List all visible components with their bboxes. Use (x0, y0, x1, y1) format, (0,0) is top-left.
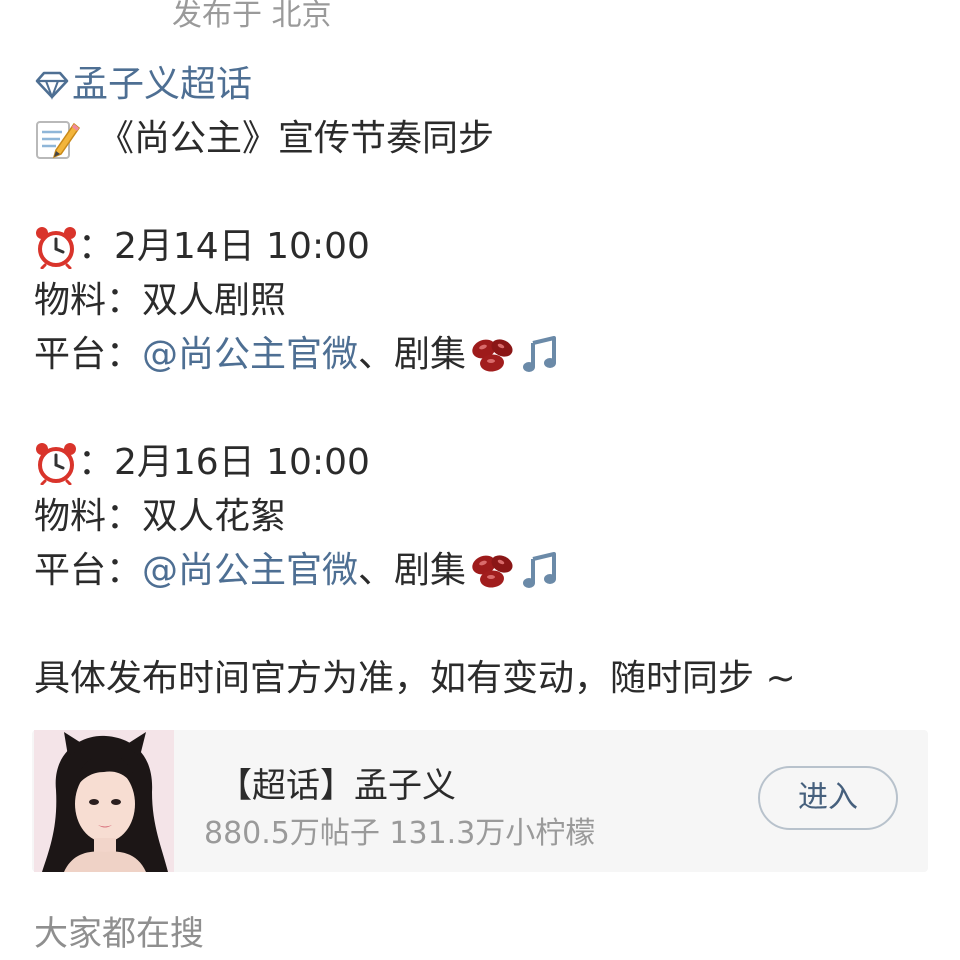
diamond-icon (35, 71, 69, 100)
headline-text: 《尚公主》宣传节奏同步 (98, 118, 495, 159)
avatar (34, 730, 174, 872)
post-location: 发布于 北京 (172, 0, 332, 33)
schedule-2-material: 物料： 双人花絮 (34, 490, 934, 544)
material-value: 双人花絮 (142, 496, 287, 537)
material-label: 物料： (34, 496, 143, 537)
post-body: 孟子义超话 《尚公主》宣传节奏同步 ：2月14日 10:00 物料： 双人剧照 … (34, 58, 934, 706)
material-value: 双人剧照 (142, 280, 287, 321)
schedule-1-material: 物料： 双人剧照 (34, 274, 934, 328)
schedule-1-time: ：2月14日 10:00 (34, 220, 934, 274)
alarm-clock-icon (36, 227, 76, 269)
footer-note: 具体发布时间官方为准，如有变动，随时同步 ~ (34, 652, 934, 706)
schedule-2-time: ：2月16日 10:00 (34, 436, 934, 490)
schedule-time-text: ：2月14日 10:00 (78, 226, 370, 267)
post-headline: 《尚公主》宣传节奏同步 (34, 112, 934, 166)
official-account-link[interactable]: @尚公主官微 (142, 544, 358, 598)
card-title: 【超话】孟子义 (218, 766, 456, 806)
material-label: 物料： (34, 280, 143, 321)
platform-label: 平台： (34, 550, 143, 591)
card-stats: 880.5万帖子 131.3万小柠檬 (204, 816, 596, 851)
trending-search-heading: 大家都在搜 (34, 914, 204, 954)
alarm-clock-icon (36, 443, 76, 485)
super-topic-card[interactable]: 【超话】孟子义 880.5万帖子 131.3万小柠檬 进入 (32, 730, 928, 872)
platform-rest-text: 、剧集 (358, 334, 467, 375)
platform-rest-text: 、剧集 (358, 550, 467, 591)
schedule-2-platform: 平台： @尚公主官微 、剧集 (34, 544, 934, 598)
music-note-icon (523, 552, 557, 588)
footer-note-text: 具体发布时间官方为准，如有变动，随时同步 ~ (34, 658, 796, 699)
avatar-portrait-image (34, 730, 174, 872)
red-beans-icon (472, 339, 513, 372)
topic-link[interactable]: 孟子义超话 (34, 58, 934, 112)
topic-link-label: 孟子义超话 (72, 64, 253, 105)
schedule-time-text: ：2月16日 10:00 (78, 442, 370, 483)
music-note-icon (523, 336, 557, 372)
official-account-link[interactable]: @尚公主官微 (142, 328, 358, 382)
platform-label: 平台： (34, 334, 143, 375)
schedule-1-platform: 平台： @尚公主官微 、剧集 (34, 328, 934, 382)
memo-icon (36, 121, 80, 159)
red-beans-icon (472, 555, 513, 588)
enter-button[interactable]: 进入 (758, 766, 898, 830)
